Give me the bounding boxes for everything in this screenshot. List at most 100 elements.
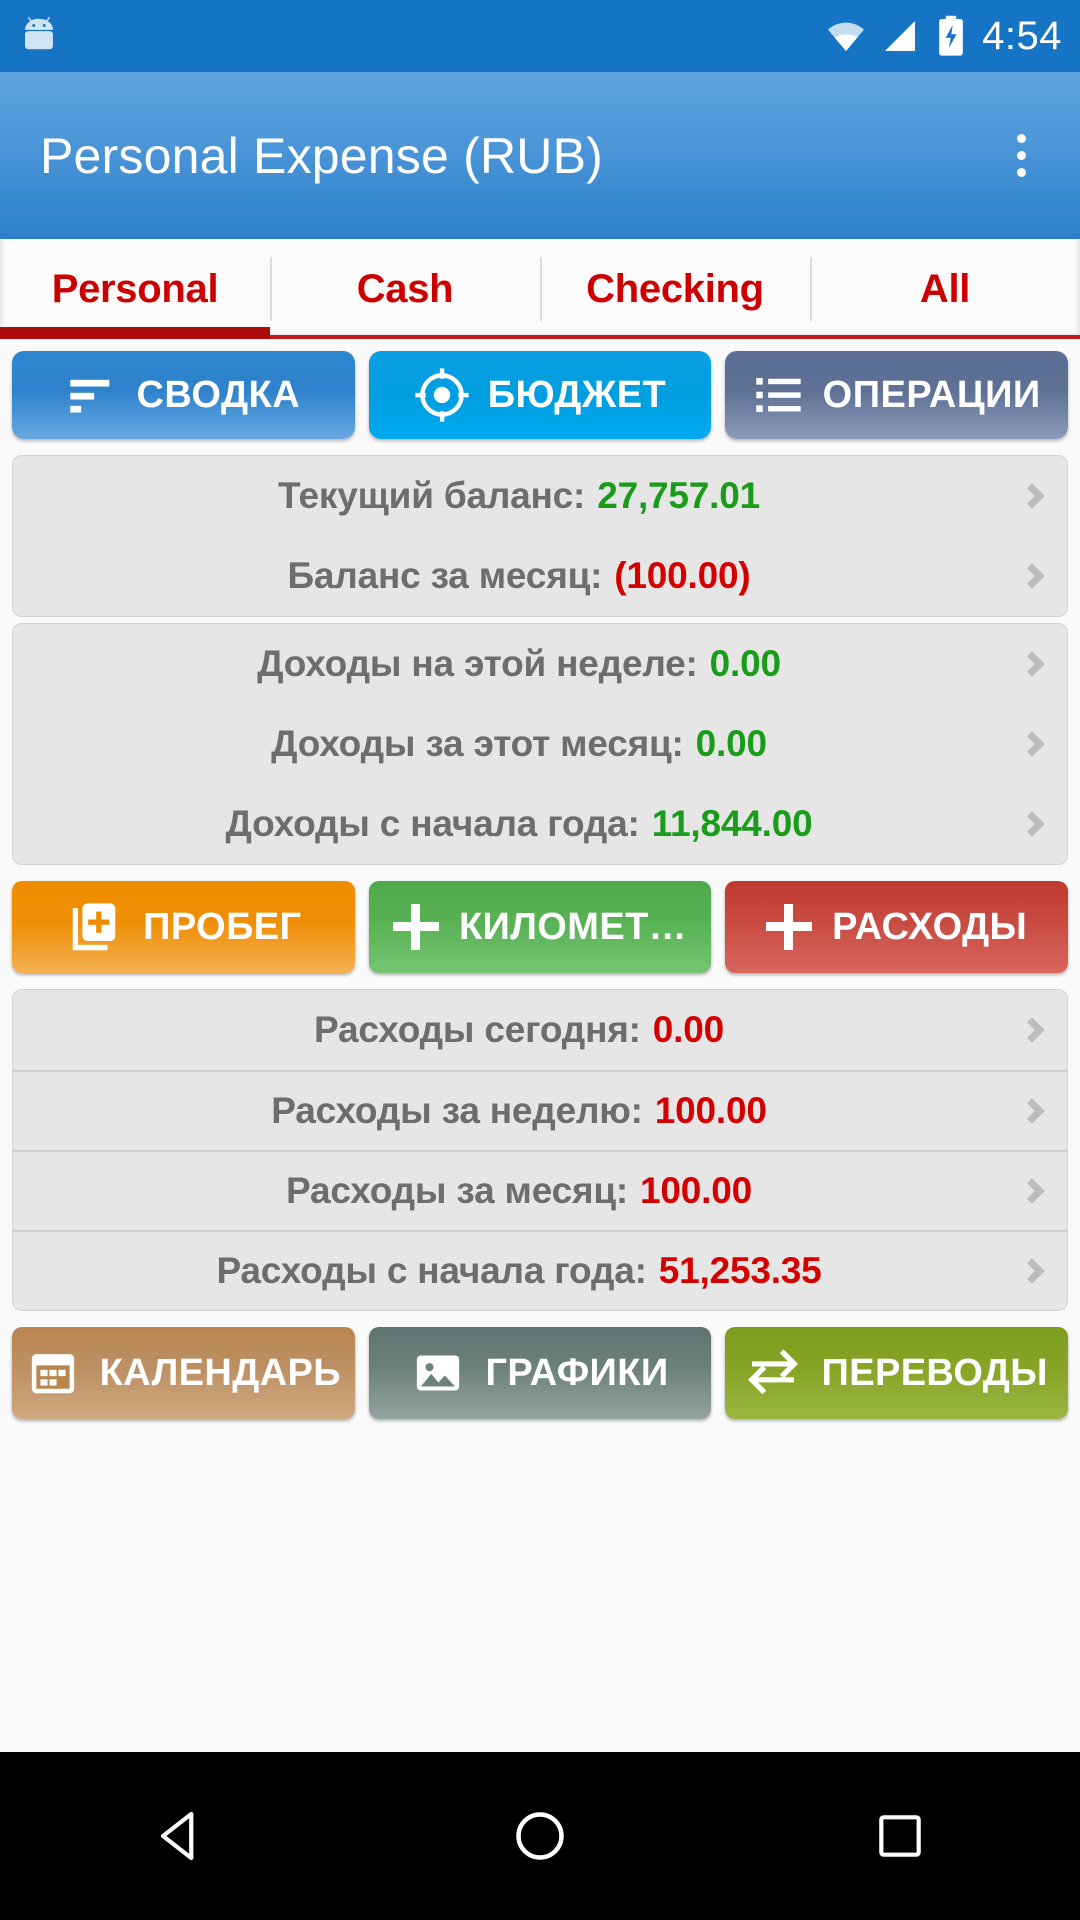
row-current-balance[interactable]: Текущий баланс: 27,757.01 <box>13 456 1067 536</box>
action-label: ПРОБЕГ <box>143 905 302 948</box>
balance-card: Текущий баланс: 27,757.01 Баланс за меся… <box>12 455 1068 617</box>
row-label: Доходы с начала года: <box>225 803 640 844</box>
income-card: Доходы на этой неделе: 0.00 Доходы за эт… <box>12 623 1068 865</box>
add-document-icon <box>72 903 116 951</box>
list-bullet-icon <box>755 378 801 412</box>
status-bar-left <box>18 15 60 57</box>
recents-square-icon <box>879 1815 921 1857</box>
add-mileage-button[interactable]: ПРОБЕГ <box>12 881 355 973</box>
row-value: (100.00) <box>614 555 751 596</box>
transfers-button[interactable]: ПЕРЕВОДЫ <box>725 1327 1069 1419</box>
tab-checking[interactable]: Checking <box>540 239 810 339</box>
view-mode-segment-bar: СВОДКА БЮДЖЕТ ОПЕРАЦИИ <box>0 339 1080 449</box>
nav-recents-button[interactable] <box>840 1776 960 1896</box>
overflow-dot <box>1017 151 1026 160</box>
overflow-dot <box>1017 168 1026 177</box>
action-label: РАСХОДЫ <box>832 905 1028 948</box>
chevron-right-icon <box>1019 811 1045 837</box>
tab-indicator <box>810 335 1080 339</box>
row-label: Доходы за этот месяц: <box>271 723 684 764</box>
app-bar: Personal Expense (RUB) <box>0 72 1080 239</box>
row-expense-week[interactable]: Расходы за неделю: 100.00 <box>13 1070 1067 1150</box>
row-value: 51,253.35 <box>658 1250 822 1291</box>
tab-label: Personal <box>51 266 219 311</box>
chevron-right-icon <box>1019 1258 1045 1284</box>
row-value: 100.00 <box>654 1090 767 1131</box>
expense-card: Расходы сегодня: 0.00 Расходы за неделю:… <box>12 989 1068 1311</box>
home-circle-icon <box>516 1812 564 1860</box>
segment-label: ОПЕРАЦИИ <box>822 373 1041 416</box>
transfer-arrows-icon <box>748 1349 799 1395</box>
row-income-week[interactable]: Доходы на этой неделе: 0.00 <box>13 624 1067 704</box>
segment-label: СВОДКА <box>136 373 301 416</box>
android-robot-icon <box>25 16 53 50</box>
row-value: 11,844.00 <box>651 803 813 844</box>
row-label: Расходы с начала года: <box>216 1250 647 1291</box>
target-icon <box>415 368 469 422</box>
add-action-bar: ПРОБЕГ КИЛОМЕТ… РАСХОДЫ <box>0 871 1080 983</box>
chevron-right-icon <box>1019 651 1045 677</box>
add-kilometers-button[interactable]: КИЛОМЕТ… <box>368 881 712 973</box>
tab-all[interactable]: All <box>810 239 1080 339</box>
action-label: КИЛОМЕТ… <box>458 905 688 948</box>
row-month-balance[interactable]: Баланс за месяц: (100.00) <box>13 536 1067 616</box>
tab-indicator <box>0 327 270 339</box>
nav-back-button[interactable] <box>120 1776 240 1896</box>
back-triangle-icon <box>160 1811 194 1861</box>
tab-indicator <box>270 335 540 339</box>
row-value: 0.00 <box>709 643 781 684</box>
cell-signal-icon <box>885 21 916 51</box>
wifi-icon <box>828 22 865 51</box>
charts-button[interactable]: ГРАФИКИ <box>368 1327 712 1419</box>
row-label: Текущий баланс: <box>278 475 586 516</box>
sort-lines-icon <box>70 379 110 413</box>
tab-label: Cash <box>356 266 454 311</box>
status-bar: 4:54 <box>0 0 1080 72</box>
row-income-ytd[interactable]: Доходы с начала года: 11,844.00 <box>13 784 1067 864</box>
row-value: 0.00 <box>652 1009 724 1050</box>
chevron-right-icon <box>1019 1098 1045 1124</box>
tab-label: Checking <box>586 266 764 311</box>
row-value: 100.00 <box>640 1170 753 1211</box>
segment-operations[interactable]: ОПЕРАЦИИ <box>725 351 1069 439</box>
row-income-month[interactable]: Доходы за этот месяц: 0.00 <box>13 704 1067 784</box>
row-expense-ytd[interactable]: Расходы с начала года: 51,253.35 <box>13 1230 1067 1310</box>
calendar-button[interactable]: КАЛЕНДАРЬ <box>12 1327 355 1419</box>
chevron-right-icon <box>1019 731 1045 757</box>
row-label: Расходы сегодня: <box>314 1009 641 1050</box>
row-expense-month[interactable]: Расходы за месяц: 100.00 <box>13 1150 1067 1230</box>
segment-budget[interactable]: БЮДЖЕТ <box>368 351 712 439</box>
row-expense-today[interactable]: Расходы сегодня: 0.00 <box>13 990 1067 1070</box>
chevron-right-icon <box>1019 563 1045 589</box>
tab-cash[interactable]: Cash <box>270 239 540 339</box>
row-label: Баланс за месяц: <box>287 555 603 596</box>
row-label: Расходы за месяц: <box>285 1170 629 1211</box>
battery-charging-icon <box>939 15 963 56</box>
action-label: ГРАФИКИ <box>485 1351 669 1394</box>
plus-icon <box>392 904 439 950</box>
tab-indicator <box>540 335 810 339</box>
segment-summary[interactable]: СВОДКА <box>12 351 355 439</box>
page-title: Personal Expense (RUB) <box>40 127 603 184</box>
chevron-right-icon <box>1019 483 1045 509</box>
chevron-right-icon <box>1019 1178 1045 1204</box>
overflow-dot <box>1017 134 1026 143</box>
main-content: СВОДКА БЮДЖЕТ ОПЕРАЦИИ Текущий баланс: 2… <box>0 339 1080 1489</box>
row-value: 0.00 <box>695 723 767 764</box>
plus-icon <box>766 904 813 950</box>
tools-action-bar: КАЛЕНДАРЬ ГРАФИКИ ПЕРЕВОДЫ <box>0 1317 1080 1429</box>
segment-label: БЮДЖЕТ <box>487 373 667 416</box>
row-label: Расходы за неделю: <box>271 1090 643 1131</box>
calendar-icon <box>31 1354 74 1394</box>
image-chart-icon <box>417 1355 460 1391</box>
nav-home-button[interactable] <box>480 1776 600 1896</box>
android-navigation-bar <box>0 1752 1080 1920</box>
account-tab-bar: Personal Cash Checking All <box>0 239 1080 339</box>
row-value: 27,757.01 <box>597 475 760 516</box>
action-label: ПЕРЕВОДЫ <box>821 1351 1048 1394</box>
tab-personal[interactable]: Personal <box>0 239 270 339</box>
add-expense-button[interactable]: РАСХОДЫ <box>725 881 1069 973</box>
overflow-menu-button[interactable] <box>1003 124 1040 187</box>
row-label: Доходы на этой неделе: <box>257 643 698 684</box>
